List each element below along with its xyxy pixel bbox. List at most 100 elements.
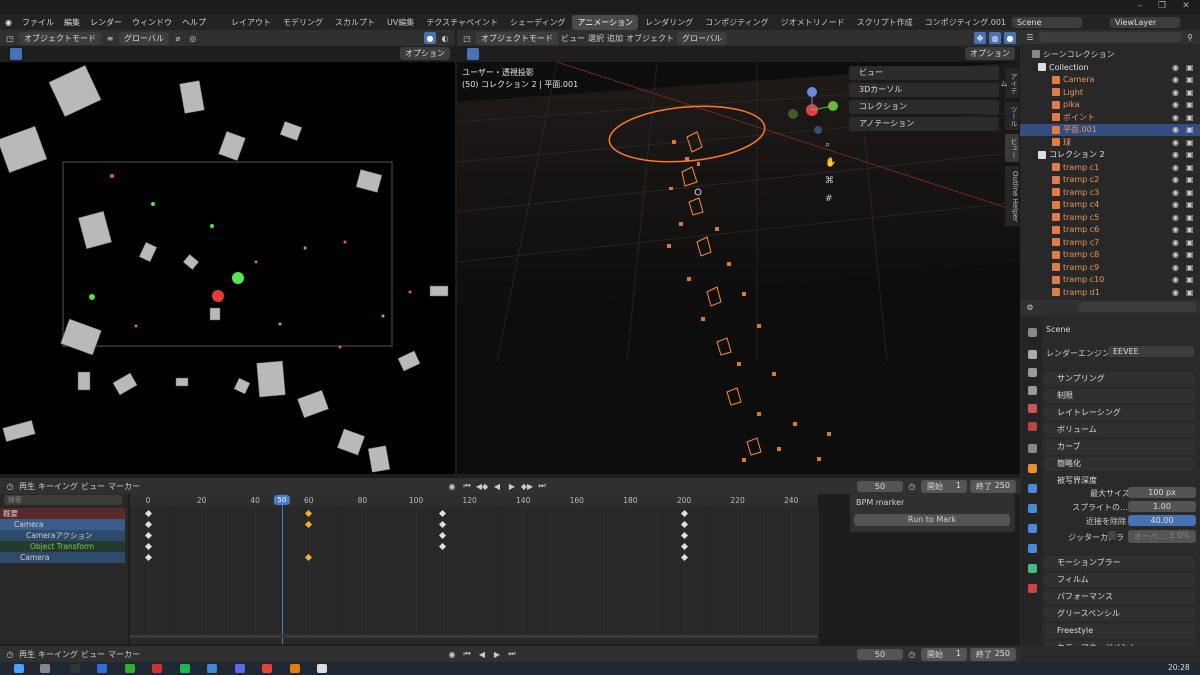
outliner-row[interactable]: Camera ◉ ▣	[1020, 74, 1200, 87]
menu-file[interactable]: ファイル	[17, 17, 59, 28]
outliner-row[interactable]: tramp c6 ◉ ▣	[1020, 224, 1200, 237]
app-icon[interactable]	[152, 664, 162, 673]
render-tab-icon[interactable]	[1028, 350, 1037, 359]
sidetab-tool[interactable]: ツール	[1005, 102, 1019, 130]
keyframe-marker[interactable]	[439, 531, 447, 540]
keyframe-marker[interactable]	[680, 509, 688, 518]
channel-camera-action[interactable]: Cameraアクション	[0, 530, 125, 541]
visibility-eye-icon[interactable]: ◉	[1172, 250, 1179, 259]
keyframe-marker[interactable]	[439, 542, 447, 551]
tab-compositing-001[interactable]: コンポジティング.001	[920, 15, 1011, 30]
bottom-menu-keying[interactable]: キーイング	[38, 649, 78, 660]
keyframe-marker[interactable]	[439, 520, 447, 529]
visibility-eye-icon[interactable]: ◉	[1172, 88, 1179, 97]
run-to-mark-button[interactable]: Run to Mark	[854, 514, 1010, 526]
scene-tab-icon[interactable]	[1028, 404, 1037, 413]
npanel-3dcursor[interactable]: 3Dカーソル	[849, 83, 999, 97]
timeline-menu-view[interactable]: ビュー	[81, 481, 105, 492]
keyframe-marker[interactable]	[680, 542, 688, 551]
outliner-row[interactable]: Light ◉ ▣	[1020, 86, 1200, 99]
keyframe-marker[interactable]	[305, 509, 313, 518]
scene-selector[interactable]: Scene	[1012, 16, 1083, 28]
shading-solid-icon[interactable]: ●	[424, 32, 436, 44]
menu-icon[interactable]: ≡	[104, 32, 116, 44]
spotify-icon[interactable]	[180, 664, 190, 673]
outliner-row[interactable]: tramp c2 ◉ ▣	[1020, 174, 1200, 187]
material-tab-icon[interactable]	[1028, 584, 1037, 593]
3d-viewport[interactable]: ユーザー・透視投影 (50) コレクション 2 | 平面.001 ⌕ ✋ ⌘ #…	[457, 62, 1020, 474]
jump-start-icon[interactable]: ⏮	[461, 480, 473, 492]
outliner-row[interactable]: tramp c4 ◉ ▣	[1020, 199, 1200, 212]
right-menu-view[interactable]: ビュー	[561, 33, 585, 44]
tab-modeling[interactable]: モデリング	[278, 15, 328, 30]
render-camera-icon[interactable]: ▣	[1186, 263, 1194, 272]
channel-summary[interactable]: 概要	[0, 508, 125, 519]
visibility-eye-icon[interactable]: ◉	[1172, 225, 1179, 234]
bottom-menu-playback[interactable]: 再生	[19, 649, 35, 660]
play-icon[interactable]: ▶	[491, 648, 503, 660]
outliner-row[interactable]: ポイント ◉ ▣	[1020, 111, 1200, 124]
left-options-dropdown[interactable]: オプション	[400, 47, 450, 60]
property-panel[interactable]: グリースペンシル	[1045, 607, 1195, 621]
render-camera-icon[interactable]: ▣	[1186, 238, 1194, 247]
property-panel[interactable]: フィルム	[1045, 573, 1195, 587]
data-tab-icon[interactable]	[1028, 564, 1037, 573]
outliner-row[interactable]: tramp c9 ◉ ▣	[1020, 261, 1200, 274]
channel-object-transform[interactable]: Object Transform	[0, 541, 125, 552]
right-menu-select[interactable]: 選択	[588, 33, 604, 44]
render-camera-icon[interactable]: ▣	[1186, 100, 1194, 109]
property-panel[interactable]: Freestyle	[1045, 624, 1195, 638]
shading-solid-icon[interactable]: ●	[1004, 32, 1016, 44]
render-camera-icon[interactable]: ▣	[1186, 113, 1194, 122]
visibility-eye-icon[interactable]: ◉	[1172, 288, 1179, 297]
visibility-eye-icon[interactable]: ◉	[1172, 213, 1179, 222]
prev-key-icon[interactable]: ◀◆	[476, 480, 488, 492]
keyframe-marker[interactable]	[144, 520, 152, 529]
proportional-icon[interactable]: ◎	[187, 32, 199, 44]
visibility-eye-icon[interactable]: ◉	[1172, 275, 1179, 284]
constraints-tab-icon[interactable]	[1028, 544, 1037, 553]
visibility-eye-icon[interactable]: ◉	[1172, 163, 1179, 172]
outliner-row[interactable]: tramp c1 ◉ ▣	[1020, 161, 1200, 174]
record-icon[interactable]: ◉	[446, 648, 458, 660]
search-icon[interactable]	[40, 664, 50, 673]
play-icon[interactable]: ▶	[506, 480, 518, 492]
jump-start-icon[interactable]: ⏮	[461, 648, 473, 660]
jump-end-icon[interactable]: ⏭	[506, 648, 518, 660]
next-key-icon[interactable]: ◆▶	[521, 480, 533, 492]
timeline-menu-playback[interactable]: 再生	[19, 481, 35, 492]
play-reverse-icon[interactable]: ◀	[491, 480, 503, 492]
visibility-eye-icon[interactable]: ◉	[1172, 150, 1179, 159]
play-reverse-icon[interactable]: ◀	[476, 648, 488, 660]
visibility-eye-icon[interactable]: ◉	[1172, 125, 1179, 134]
tab-sculpt[interactable]: スカルプト	[330, 15, 380, 30]
keyframe-marker[interactable]	[680, 531, 688, 540]
tab-layout[interactable]: レイアウト	[226, 15, 276, 30]
right-menu-object[interactable]: オブジェクト	[626, 33, 674, 44]
outliner-row[interactable]: Collection ◉ ▣	[1020, 61, 1200, 74]
channel-search[interactable]: 検索	[4, 495, 122, 505]
current-frame-field[interactable]: 50	[857, 480, 903, 492]
filter-icon[interactable]: ⚲	[1184, 31, 1196, 43]
tab-geometry-nodes[interactable]: ジオメトリノード	[776, 15, 850, 30]
visibility-eye-icon[interactable]: ◉	[1172, 113, 1179, 122]
render-camera-icon[interactable]: ▣	[1186, 75, 1194, 84]
playhead-frame[interactable]: 50	[274, 495, 290, 505]
physics-tab-icon[interactable]	[1028, 524, 1037, 533]
tool-tab-icon[interactable]	[1028, 328, 1037, 337]
snap-icon[interactable]: ⌀	[172, 32, 184, 44]
editor-type-icon[interactable]: ◷	[4, 480, 16, 492]
channel-camera-object[interactable]: Camera	[0, 519, 125, 530]
visibility-eye-icon[interactable]: ◉	[1172, 75, 1179, 84]
viewport-type-icon[interactable]: ◳	[461, 32, 473, 44]
scene-collection-row[interactable]: シーンコレクション	[1020, 48, 1200, 61]
menu-help[interactable]: ヘルプ	[177, 17, 211, 28]
property-panel[interactable]: 簡略化	[1045, 457, 1195, 471]
tab-rendering[interactable]: レンダリング	[640, 15, 698, 30]
timeline-scrollbar[interactable]	[130, 635, 818, 638]
property-panel[interactable]: サンプリング	[1045, 372, 1195, 386]
bottom-end-field[interactable]: 終了 250	[970, 647, 1016, 661]
render-camera-icon[interactable]: ▣	[1186, 63, 1194, 72]
bottom-menu-marker[interactable]: マーカー	[108, 649, 140, 660]
channel-camera-data[interactable]: Camera	[0, 552, 125, 563]
